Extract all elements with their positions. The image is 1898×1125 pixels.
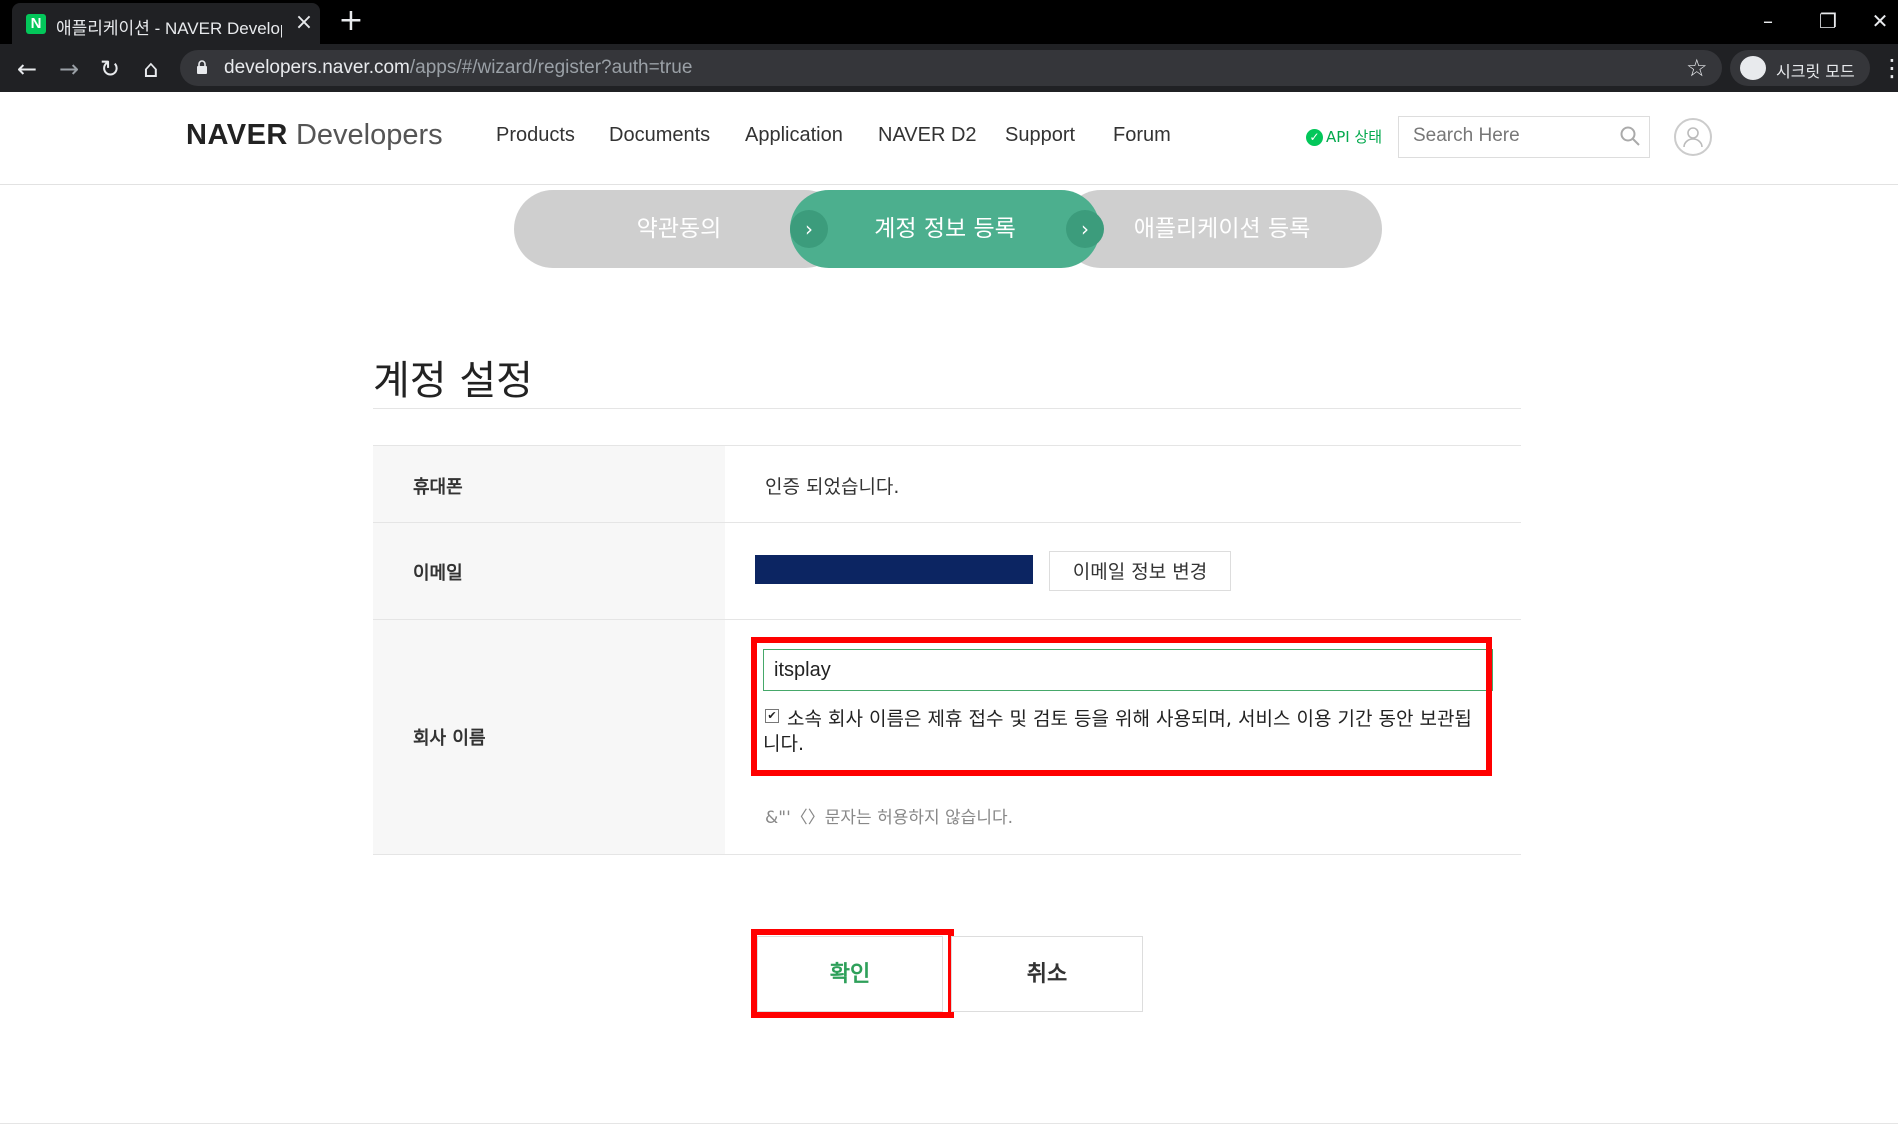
reload-icon[interactable]: ↻ (95, 54, 125, 84)
search-input[interactable] (1413, 125, 1603, 147)
url-path: /apps/#/wizard/register?auth=true (409, 57, 693, 78)
bookmark-star-icon[interactable]: ☆ (1686, 54, 1708, 82)
phone-label: 휴대폰 (413, 477, 463, 498)
page-title: 계정 설정 (373, 358, 533, 404)
url-host: developers.naver.com (224, 57, 410, 78)
search-box (1398, 116, 1650, 158)
confirm-button[interactable]: 확인 (757, 936, 943, 1012)
nav-naver-d2[interactable]: NAVER D2 (878, 124, 977, 147)
chevron-right-icon: › (1066, 210, 1104, 248)
browser-tab-bar: N 애플리케이션 - NAVER Developers × + – ❐ ✕ (0, 0, 1898, 44)
browser-menu-icon[interactable]: ⋮ (1880, 54, 1898, 82)
incognito-indicator[interactable]: 시크릿 모드 (1730, 50, 1870, 86)
site-header: NAVER Developers Products Documents Appl… (0, 92, 1898, 185)
minimize-icon[interactable]: – (1748, 6, 1788, 36)
api-status-link[interactable]: ✓ API 상태 (1306, 126, 1382, 147)
api-status-label: API 상태 (1326, 128, 1383, 146)
lock-icon (197, 60, 207, 74)
incognito-icon (1740, 56, 1766, 80)
back-icon[interactable]: ← (12, 54, 42, 84)
highlight-company-field (751, 637, 1492, 776)
phone-row: 휴대폰 인증 되었습니다. (373, 445, 1521, 523)
new-tab-icon[interactable]: + (336, 6, 366, 36)
nav-forum[interactable]: Forum (1113, 124, 1171, 147)
logo-developers: Developers (295, 119, 443, 151)
home-icon[interactable]: ⌂ (136, 54, 166, 84)
wizard-steps: 약관동의 애플리케이션 등록 계정 정보 등록 › › (514, 190, 1382, 268)
email-label: 이메일 (413, 563, 463, 584)
cancel-button[interactable]: 취소 (951, 936, 1143, 1012)
nav-documents[interactable]: Documents (609, 124, 710, 147)
check-circle-icon: ✓ (1306, 129, 1323, 146)
browser-tab[interactable]: N 애플리케이션 - NAVER Developers × (12, 3, 320, 44)
nav-products[interactable]: Products (496, 124, 575, 147)
user-silhouette-icon (1683, 127, 1703, 148)
naver-developers-logo[interactable]: NAVER Developers (186, 119, 443, 152)
footer-divider (0, 1123, 1898, 1124)
tab-title: 애플리케이션 - NAVER Developers (56, 19, 282, 38)
company-label: 회사 이름 (413, 728, 486, 749)
naver-favicon-icon: N (26, 14, 46, 34)
restore-icon[interactable]: ❐ (1808, 6, 1848, 36)
email-value-redacted (755, 555, 1033, 584)
change-email-button[interactable]: 이메일 정보 변경 (1049, 551, 1231, 591)
email-label-cell: 이메일 (373, 523, 725, 620)
logo-naver: NAVER (186, 119, 288, 151)
wizard-step-account-info: 계정 정보 등록 (790, 190, 1100, 268)
window-close-icon[interactable]: ✕ (1860, 6, 1898, 36)
wizard-step-app-register: 애플리케이션 등록 (1062, 190, 1382, 268)
close-tab-icon[interactable]: × (292, 11, 316, 35)
phone-status: 인증 되었습니다. (765, 476, 900, 498)
forward-icon[interactable]: → (54, 54, 84, 84)
incognito-label: 시크릿 모드 (1776, 62, 1855, 81)
user-avatar-icon[interactable] (1674, 118, 1712, 156)
phone-label-cell: 휴대폰 (373, 446, 725, 523)
company-label-cell: 회사 이름 (373, 620, 725, 854)
title-divider (373, 408, 1521, 409)
url-text: developers.naver.com/apps/#/wizard/regis… (224, 57, 692, 79)
nav-support[interactable]: Support (1005, 124, 1075, 147)
company-name-hint: &"'〈〉문자는 허용하지 않습니다. (765, 808, 1014, 828)
chevron-right-icon: › (790, 210, 828, 248)
browser-toolbar: ← → ↻ ⌂ developers.naver.com/apps/#/wiza… (0, 44, 1898, 92)
nav-application[interactable]: Application (745, 124, 843, 147)
search-icon[interactable] (1619, 125, 1641, 147)
address-bar[interactable]: developers.naver.com/apps/#/wizard/regis… (180, 50, 1722, 86)
